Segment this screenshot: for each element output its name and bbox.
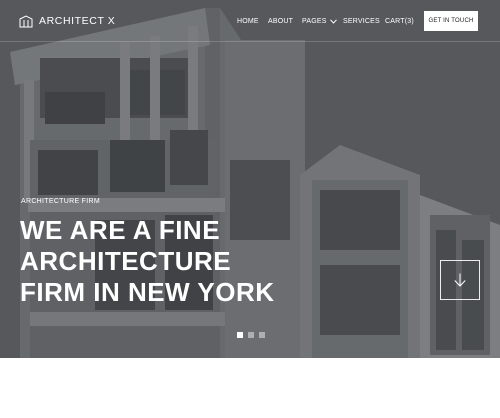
nav-pages[interactable]: PAGES <box>302 18 337 25</box>
slider-dot-3[interactable] <box>259 332 265 338</box>
nav-cart[interactable]: CART(3) <box>385 18 414 25</box>
brand-logo[interactable]: ARCHITECT X <box>19 13 115 29</box>
headline-line: FIRM IN NEW YORK <box>20 277 275 307</box>
chevron-down-icon <box>329 18 337 24</box>
navbar: ARCHITECT X HOME ABOUT PAGES SERVICES CA… <box>0 0 500 42</box>
nav-about[interactable]: ABOUT <box>268 18 293 25</box>
nav-services[interactable]: SERVICES <box>343 18 380 25</box>
page: ARCHITECT X HOME ABOUT PAGES SERVICES CA… <box>0 0 500 418</box>
brand-name: ARCHITECT X <box>39 15 116 27</box>
slider-pagination <box>237 332 265 338</box>
nav-home[interactable]: HOME <box>237 18 259 25</box>
get-in-touch-label: GET IN TOUCH <box>428 18 474 24</box>
hero-headline: WE ARE A FINE ARCHITECTURE FIRM IN NEW Y… <box>20 215 320 308</box>
slider-dot-1[interactable] <box>237 332 243 338</box>
hero-eyebrow: ARCHITECTURE FIRM <box>21 198 100 205</box>
headline-line: ARCHITECTURE <box>20 246 232 276</box>
get-in-touch-button[interactable]: GET IN TOUCH <box>424 11 478 31</box>
hero-section: ARCHITECT X HOME ABOUT PAGES SERVICES CA… <box>0 0 500 358</box>
nav-pages-label: PAGES <box>302 17 327 25</box>
building-icon <box>19 14 33 27</box>
arrow-down-icon <box>454 273 466 287</box>
slider-dot-2[interactable] <box>248 332 254 338</box>
scroll-down-button[interactable] <box>440 260 480 300</box>
headline-line: WE ARE A FINE <box>20 215 221 245</box>
